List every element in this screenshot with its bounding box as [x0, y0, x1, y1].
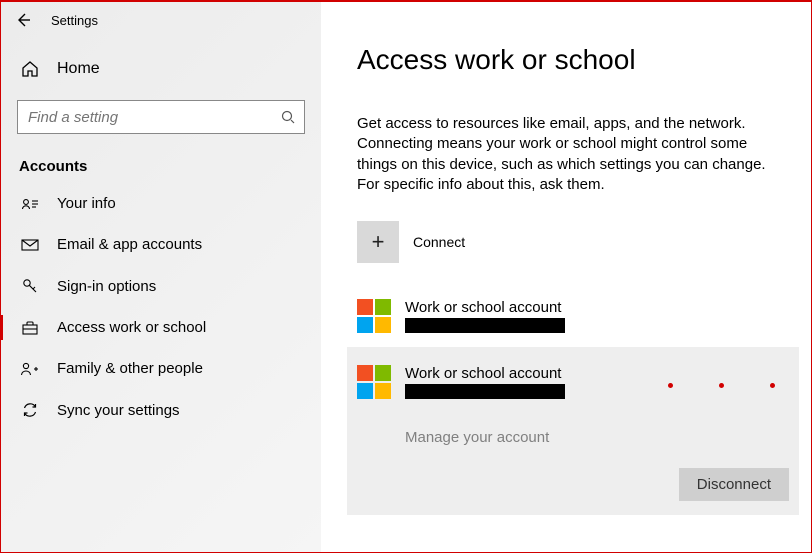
microsoft-logo-icon — [357, 299, 391, 333]
people-plus-icon — [19, 361, 41, 377]
search-box[interactable] — [17, 100, 305, 134]
sidebar-item-your-info[interactable]: Your info — [1, 183, 321, 224]
search-icon — [280, 109, 296, 125]
envelope-icon — [19, 238, 41, 252]
sidebar-item-access-work-school[interactable]: Access work or school — [1, 307, 321, 348]
page-heading: Access work or school — [357, 44, 781, 76]
sidebar-item-email-accounts[interactable]: Email & app accounts — [1, 224, 321, 265]
sidebar-item-family[interactable]: Family & other people — [1, 348, 321, 389]
window-title: Settings — [51, 13, 98, 28]
sidebar-section-header: Accounts — [1, 144, 321, 183]
sidebar-item-label: Access work or school — [57, 319, 206, 336]
key-icon — [19, 277, 41, 295]
settings-window: Settings Home Accounts Your info E — [0, 0, 812, 553]
account-entry[interactable]: Work or school account — [357, 293, 781, 341]
account-title: Work or school account — [405, 365, 565, 382]
home-nav[interactable]: Home — [1, 52, 321, 86]
sidebar-item-label: Sync your settings — [57, 402, 180, 419]
redacted-email — [405, 384, 565, 399]
sidebar-item-label: Family & other people — [57, 360, 203, 377]
connect-button[interactable]: + Connect — [357, 221, 781, 263]
sidebar-item-label: Email & app accounts — [57, 236, 202, 253]
sidebar-item-sync[interactable]: Sync your settings — [1, 389, 321, 431]
sidebar-item-label: Sign-in options — [57, 278, 156, 295]
plus-icon: + — [357, 221, 399, 263]
person-card-icon — [19, 197, 41, 211]
connect-label: Connect — [413, 234, 465, 250]
manage-account-link[interactable]: Manage your account — [405, 429, 789, 446]
account-text: Work or school account — [405, 299, 565, 333]
titlebar: Settings — [1, 2, 321, 38]
account-title: Work or school account — [405, 299, 565, 316]
back-button[interactable] — [13, 10, 33, 30]
account-text: Work or school account — [405, 365, 565, 399]
home-icon — [19, 60, 41, 78]
sidebar: Settings Home Accounts Your info E — [1, 2, 321, 552]
back-arrow-icon — [15, 12, 31, 28]
main-panel: Access work or school Get access to reso… — [321, 2, 811, 552]
search-input[interactable] — [26, 108, 280, 127]
disconnect-button[interactable]: Disconnect — [679, 468, 789, 501]
sidebar-item-label: Your info — [57, 195, 116, 212]
sync-icon — [19, 401, 41, 419]
sidebar-item-signin-options[interactable]: Sign-in options — [1, 265, 321, 307]
account-entry-selected[interactable]: Work or school account Manage your accou… — [347, 347, 799, 515]
annotation-dots — [668, 383, 775, 388]
page-description: Get access to resources like email, apps… — [357, 114, 777, 195]
microsoft-logo-icon — [357, 365, 391, 399]
redacted-email — [405, 318, 565, 333]
briefcase-icon — [19, 320, 41, 336]
home-label: Home — [57, 60, 100, 78]
